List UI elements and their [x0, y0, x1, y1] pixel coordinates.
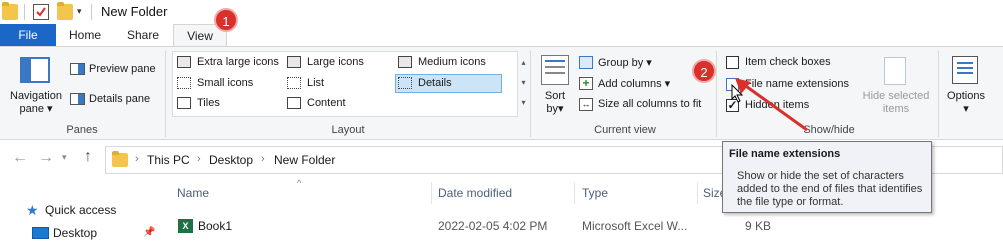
breadcrumb-this-pc[interactable]: This PC: [147, 153, 190, 167]
layout-medium-icons[interactable]: Medium icons: [418, 56, 486, 68]
chevron-right-icon[interactable]: ›: [197, 153, 201, 165]
group-separator: [716, 51, 717, 137]
sort-by-icon: [541, 55, 569, 85]
layout-scroll[interactable]: ▴ ▾ ▾: [519, 53, 528, 115]
breadcrumb-desktop[interactable]: Desktop: [209, 153, 253, 167]
details-icon: [398, 77, 412, 89]
tab-share[interactable]: Share: [115, 24, 171, 46]
recent-locations-icon[interactable]: ▾: [62, 152, 67, 163]
size-all-columns-button[interactable]: Size all columns to fit: [598, 98, 701, 110]
file-type: Microsoft Excel W...: [582, 219, 688, 233]
medium-icons-icon: [398, 56, 412, 68]
sort-by-button[interactable]: Sort by▾: [541, 90, 569, 116]
navigation-pane-button[interactable]: Navigation pane ▾: [8, 90, 64, 116]
tooltip: File name extensions Show or hide the se…: [722, 141, 932, 213]
annotation-arrow: [735, 78, 808, 132]
item-check-boxes-checkbox[interactable]: [726, 56, 739, 69]
layout-list[interactable]: List: [307, 77, 324, 89]
layout-large-icons[interactable]: Large icons: [307, 56, 364, 68]
sidebar-item-desktop[interactable]: Desktop: [53, 226, 97, 240]
chevron-right-icon[interactable]: ›: [135, 153, 139, 165]
group-separator: [530, 51, 531, 137]
tooltip-title: File name extensions: [729, 148, 841, 160]
divider: [91, 4, 92, 20]
pin-icon[interactable]: 📌: [143, 227, 155, 238]
layout-tiles[interactable]: Tiles: [197, 97, 220, 109]
extra-large-icons-icon: [177, 56, 191, 68]
tiles-icon: [177, 97, 191, 109]
back-arrow-icon[interactable]: ←: [12, 149, 28, 167]
file-name: Book1: [198, 219, 233, 233]
layout-extra-large-icons[interactable]: Extra large icons: [197, 56, 279, 68]
preview-pane-icon: [70, 63, 85, 75]
options-icon: [952, 56, 978, 84]
group-by-button[interactable]: Group by ▾: [598, 56, 652, 69]
group-separator: [938, 51, 939, 137]
group-by-icon: [579, 56, 593, 69]
window-title: New Folder: [101, 4, 168, 19]
column-header-date[interactable]: Date modified: [438, 186, 512, 200]
large-icons-icon: [287, 56, 301, 68]
hide-selected-icon: [884, 57, 906, 85]
file-date: 2022-02-05 4:02 PM: [438, 219, 548, 233]
column-divider[interactable]: [697, 182, 698, 204]
divider: [24, 4, 25, 20]
excel-file-icon: X: [178, 219, 193, 233]
tooltip-body: Show or hide the set of characters added…: [737, 170, 923, 208]
file-size: 9 KB: [745, 219, 772, 233]
layout-content[interactable]: Content: [307, 97, 346, 109]
hide-selected-items-button[interactable]: Hide selected items: [856, 90, 936, 116]
new-folder-icon[interactable]: [57, 2, 73, 20]
tab-file[interactable]: File: [0, 24, 56, 46]
folder-icon: [2, 2, 18, 20]
group-label-panes: Panes: [66, 124, 98, 136]
column-divider[interactable]: [574, 182, 575, 204]
column-header-name[interactable]: Name: [177, 186, 209, 200]
options-button[interactable]: Options ▾: [942, 90, 990, 116]
group-label-layout: Layout: [331, 124, 365, 136]
mouse-cursor-icon: [731, 84, 744, 103]
layout-small-icons[interactable]: Small icons: [197, 77, 253, 89]
content-icon: [287, 97, 301, 109]
details-pane-button[interactable]: Details pane: [89, 93, 150, 105]
ribbon-tabs: File Home Share View: [0, 24, 1003, 46]
quick-access-star-icon: ★: [26, 202, 39, 218]
add-columns-icon: +: [579, 77, 593, 90]
chevron-right-icon[interactable]: ›: [261, 153, 265, 165]
annotation-badge-1: 1: [214, 8, 238, 32]
item-check-boxes-label[interactable]: Item check boxes: [745, 56, 831, 68]
small-icons-icon: [177, 77, 191, 89]
breadcrumb-new-folder[interactable]: New Folder: [274, 153, 335, 167]
preview-pane-button[interactable]: Preview pane: [89, 63, 156, 75]
annotation-badge-2: 2: [692, 59, 716, 83]
list-icon: [287, 77, 301, 89]
ribbon: Navigation pane ▾ Preview pane Details p…: [0, 46, 1003, 140]
properties-icon[interactable]: [33, 4, 49, 20]
sidebar-item-quick-access[interactable]: Quick access: [45, 203, 116, 217]
group-label-current-view: Current view: [594, 124, 656, 136]
tab-home[interactable]: Home: [60, 24, 110, 46]
details-pane-icon: [70, 93, 85, 105]
add-columns-button[interactable]: Add columns ▾: [598, 77, 670, 90]
layout-details[interactable]: Details: [418, 77, 452, 89]
customize-toolbar-icon[interactable]: ▾: [77, 6, 82, 17]
forward-arrow-icon[interactable]: →: [38, 149, 54, 167]
folder-icon: [112, 151, 128, 167]
up-arrow-icon[interactable]: ↑: [84, 148, 92, 166]
desktop-icon: [32, 227, 49, 239]
column-header-type[interactable]: Type: [582, 186, 608, 200]
column-divider[interactable]: [431, 182, 432, 204]
size-columns-icon: ↔: [579, 98, 593, 111]
table-row[interactable]: X Book1 2022-02-05 4:02 PM Microsoft Exc…: [170, 216, 771, 236]
title-bar: ▾ New Folder: [0, 0, 1003, 24]
group-separator: [165, 51, 166, 137]
sort-indicator-icon: ^: [297, 178, 302, 188]
navigation-pane-icon[interactable]: [20, 57, 50, 83]
